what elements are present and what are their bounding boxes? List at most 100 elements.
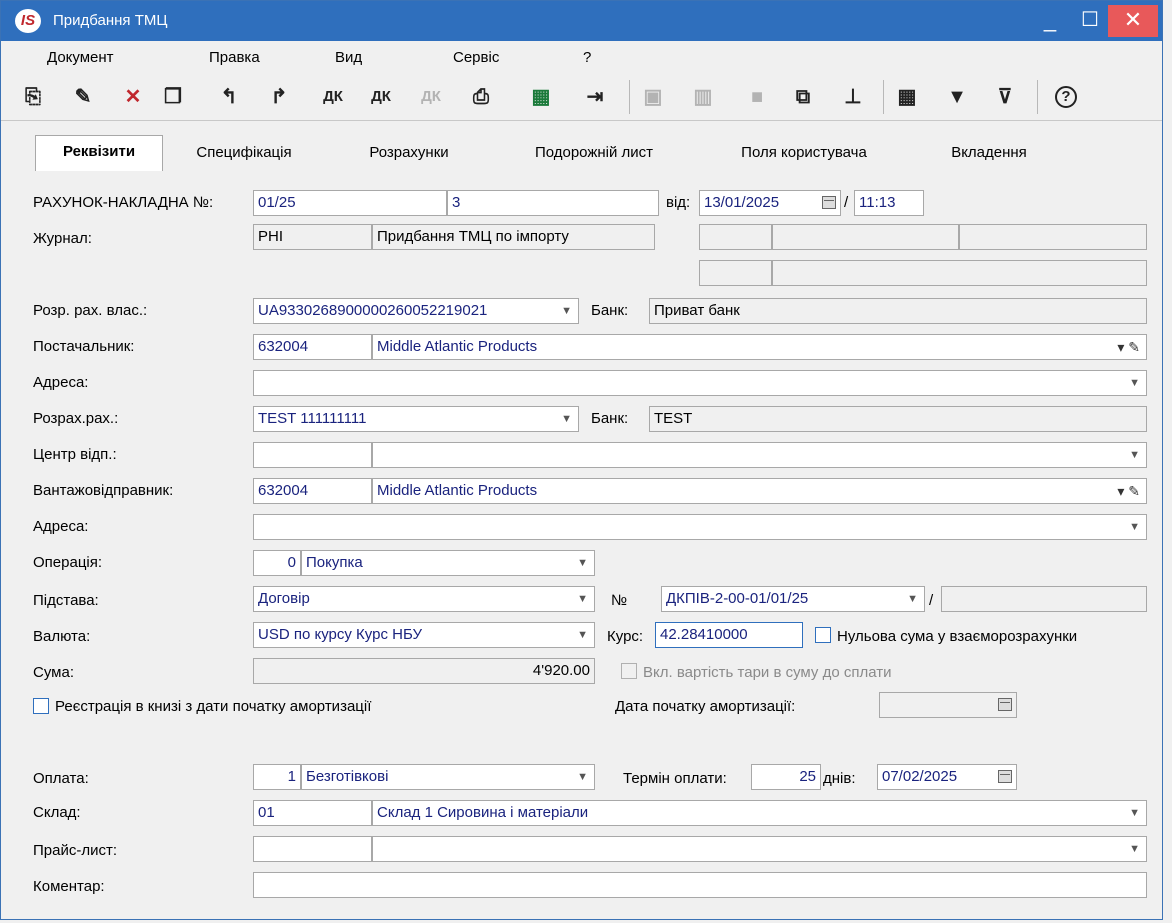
chevron-down-icon[interactable]: ▼ xyxy=(1129,801,1140,825)
journal-code-field: PHI xyxy=(253,224,372,250)
next-doc-icon[interactable]: ↱ xyxy=(265,83,293,111)
chevron-down-icon[interactable]: ▼ xyxy=(577,623,588,647)
supplier-name-field[interactable]: Middle Atlantic Products ▾ ✎ xyxy=(372,334,1147,360)
tab-calculations[interactable]: Розрахунки xyxy=(349,137,469,171)
shipper-name-field[interactable]: Middle Atlantic Products ▾ ✎ xyxy=(372,478,1147,504)
address2-select[interactable]: ▼ xyxy=(253,514,1147,540)
chevron-down-icon[interactable]: ▼ xyxy=(1129,837,1140,861)
save-icon: ▣ xyxy=(643,86,663,108)
date-field[interactable]: 13/01/2025 xyxy=(699,190,841,216)
prev-doc-icon[interactable]: ↰ xyxy=(215,83,243,111)
zero-sum-checkbox[interactable] xyxy=(815,627,831,643)
rate-label: Курс: xyxy=(607,628,644,645)
term-label: Термін оплати: xyxy=(623,770,727,787)
comment-input[interactable] xyxy=(253,872,1147,898)
term-days-field[interactable]: 25 xyxy=(751,764,821,790)
print-icon[interactable]: ⎙ xyxy=(467,83,495,111)
pricelist-select[interactable]: ▼ xyxy=(372,836,1147,862)
register-label: Реєстрація в книзі з дати початку аморти… xyxy=(55,698,372,715)
time-field[interactable]: 11:13 xyxy=(854,190,924,216)
filter-icon[interactable]: ▼ xyxy=(943,83,971,111)
payment-select[interactable]: Безготівкові ▼ xyxy=(301,764,595,790)
chevron-down-icon[interactable]: ▼ xyxy=(561,407,572,431)
debit-credit-up-icon[interactable]: ДК xyxy=(367,83,395,111)
chevron-down-icon[interactable]: ▼ xyxy=(577,551,588,575)
edit-doc-icon[interactable]: ✎ xyxy=(69,83,97,111)
pricelist-code-field[interactable] xyxy=(253,836,372,862)
export-excel-icon[interactable]: ▦ xyxy=(527,83,555,111)
chevron-down-icon[interactable]: ▼ xyxy=(577,587,588,611)
edit-pencil-icon[interactable]: ▾ ✎ xyxy=(1117,335,1140,359)
basis-no-label: № xyxy=(611,592,628,609)
basis-select[interactable]: Договір ▼ xyxy=(253,586,595,612)
window-title: Придбання ТМЦ xyxy=(53,12,168,29)
menu-document[interactable]: Документ xyxy=(47,49,114,66)
currency-select[interactable]: USD по курсу Курс НБУ ▼ xyxy=(253,622,595,648)
link-icon[interactable]: ⧉ xyxy=(789,83,817,111)
tab-requisites[interactable]: Реквізити xyxy=(35,135,163,171)
edit-pencil-icon[interactable]: ▾ ✎ xyxy=(1117,479,1140,503)
tab-specification[interactable]: Специфікація xyxy=(179,137,309,171)
journal-label: Журнал: xyxy=(33,230,92,247)
invoice-number2-field[interactable]: 3 xyxy=(447,190,659,216)
address-select[interactable]: ▼ xyxy=(253,370,1147,396)
minimize-button[interactable]: _ xyxy=(1030,1,1070,41)
chevron-down-icon[interactable]: ▼ xyxy=(1129,443,1140,467)
settle-bank-label: Банк: xyxy=(591,410,629,427)
warehouse-code-field[interactable]: 01 xyxy=(253,800,372,826)
tree-icon[interactable]: ⊥ xyxy=(839,83,867,111)
basis-no-separator: / xyxy=(929,592,934,609)
maximize-button[interactable]: ☐ xyxy=(1070,1,1110,41)
menu-help[interactable]: ? xyxy=(583,49,591,66)
debit-credit-icon[interactable]: ДК xyxy=(319,83,347,111)
settle-account-select[interactable]: TEST 111111111 ▼ xyxy=(253,406,579,432)
warehouse-select[interactable]: Склад 1 Сировина і матеріали ▼ xyxy=(372,800,1147,826)
grid-icon[interactable]: ▦ xyxy=(893,83,921,111)
center-code-field[interactable] xyxy=(253,442,372,468)
clear-filter-icon[interactable]: ⊽ xyxy=(991,83,1019,111)
amort-date-field xyxy=(879,692,1017,718)
own-account-label: Розр. рах. влас.: xyxy=(33,302,148,319)
menu-edit[interactable]: Правка xyxy=(209,49,260,66)
chevron-down-icon[interactable]: ▼ xyxy=(907,587,918,611)
tab-user-fields[interactable]: Поля користувача xyxy=(719,137,889,171)
operation-select[interactable]: Покупка ▼ xyxy=(301,550,595,576)
register-checkbox[interactable] xyxy=(33,698,49,714)
menu-service[interactable]: Сервіс xyxy=(453,49,499,66)
chevron-down-icon[interactable]: ▼ xyxy=(1129,515,1140,539)
menu-view[interactable]: Вид xyxy=(335,49,362,66)
calendar-icon xyxy=(998,698,1012,711)
shipper-name-value: Middle Atlantic Products xyxy=(377,482,538,499)
calendar-icon[interactable] xyxy=(998,770,1012,783)
toolbar-separator xyxy=(1037,80,1038,114)
chevron-down-icon[interactable]: ▼ xyxy=(1129,371,1140,395)
exit-icon[interactable]: ⇥ xyxy=(581,83,609,111)
basis-no2-field xyxy=(941,586,1147,612)
chevron-down-icon[interactable]: ▼ xyxy=(561,299,572,323)
basis-no-select[interactable]: ДКПІВ-2-00-01/01/25 ▼ xyxy=(661,586,925,612)
supplier-code-field[interactable]: 632004 xyxy=(253,334,372,360)
calendar-icon[interactable] xyxy=(822,196,836,209)
tab-waybill[interactable]: Подорожній лист xyxy=(509,137,679,171)
extra-field-3 xyxy=(959,224,1147,250)
tab-attachments[interactable]: Вкладення xyxy=(929,137,1049,171)
delete-doc-icon[interactable]: ✕ xyxy=(119,83,147,111)
close-button[interactable]: ✕ xyxy=(1108,5,1158,37)
own-bank-field: Приват банк xyxy=(649,298,1147,324)
center-name-select[interactable]: ▼ xyxy=(372,442,1147,468)
operation-label: Операція: xyxy=(33,554,103,571)
help-icon[interactable]: ? xyxy=(1055,86,1077,108)
chevron-down-icon[interactable]: ▼ xyxy=(577,765,588,789)
shipper-code-field[interactable]: 632004 xyxy=(253,478,372,504)
operation-code-field[interactable]: 0 xyxy=(253,550,301,576)
tab-bar: Реквізити Специфікація Розрахунки Подоро… xyxy=(9,129,1156,173)
payment-code-field[interactable]: 1 xyxy=(253,764,301,790)
term-date-value: 07/02/2025 xyxy=(882,768,958,785)
address-label: Адреса: xyxy=(33,374,89,391)
term-date-field[interactable]: 07/02/2025 xyxy=(877,764,1017,790)
new-doc-icon[interactable]: ⎘ xyxy=(19,83,47,111)
own-account-select[interactable]: UA933026890000026005221902​1 ▼ xyxy=(253,298,579,324)
rate-input[interactable]: 42.28410000 xyxy=(655,622,803,648)
copy-doc-icon[interactable]: ❐ xyxy=(159,83,187,111)
invoice-number-field[interactable]: 01/25 xyxy=(253,190,447,216)
